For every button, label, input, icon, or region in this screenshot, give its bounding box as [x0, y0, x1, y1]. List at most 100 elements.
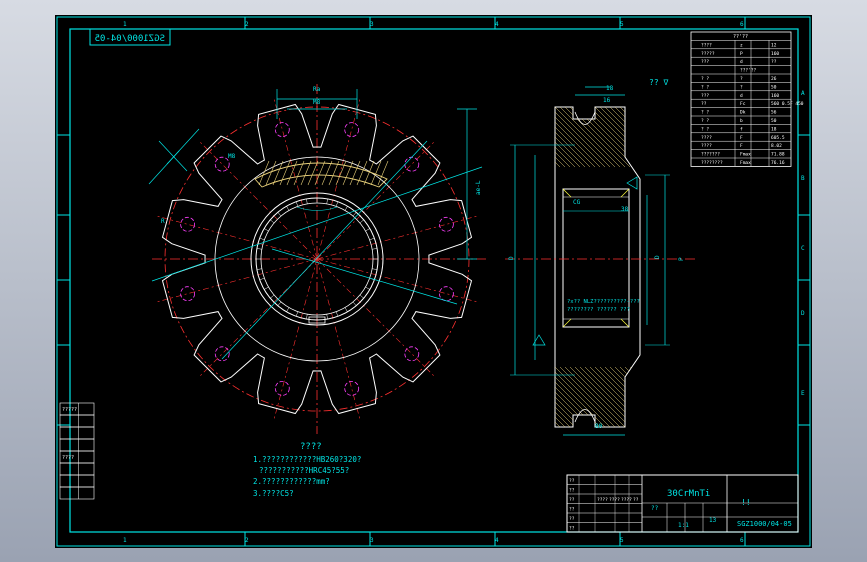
- param-symbol: f: [740, 126, 743, 132]
- param-symbol: Fc: [740, 101, 746, 107]
- param-name: ????: [701, 143, 712, 149]
- param-name: ? ?: [701, 84, 709, 90]
- zone-label-top: 2: [245, 21, 249, 28]
- spline-tick: [270, 294, 275, 299]
- tech-line-1: 1.????????????HB260?320?: [253, 455, 361, 464]
- param-name: ?????: [701, 51, 715, 57]
- dim-side-mid-a: CG: [573, 199, 581, 206]
- param-table-header: ??'??: [733, 34, 748, 40]
- dim-right-height: ae-L: [475, 180, 482, 195]
- title-drawing-no: SGZ1000/04-05: [737, 520, 792, 528]
- tooth-pocket: [344, 380, 360, 396]
- sprocket-front-view: [148, 84, 487, 434]
- zone-label-top: 4: [495, 21, 499, 28]
- construction-line: [221, 140, 428, 360]
- left-block-cell: [59, 474, 95, 488]
- dim-rough-mark: ?? ∇: [649, 78, 668, 87]
- dim-chord: M8: [228, 153, 236, 160]
- tooth-radial: [316, 258, 477, 302]
- zone-label-bottom: 3: [370, 537, 374, 544]
- param-symbol: ?: [740, 84, 743, 90]
- dim-small-note: R: [161, 218, 165, 225]
- spline-tick: [326, 314, 328, 320]
- left-block-label: ????: [62, 455, 74, 461]
- spline-tick: [335, 311, 339, 317]
- param-value: 605.5: [771, 135, 785, 141]
- mirrored-number-box: SGZ1000/04-05: [89, 28, 171, 46]
- spline-tick: [264, 286, 269, 290]
- spline-tick: [335, 201, 339, 207]
- title-cell: ??: [633, 497, 639, 503]
- param-name: ? ?: [701, 110, 709, 116]
- dim-side-right-b: D: [654, 255, 661, 259]
- zone-label-side: D: [801, 310, 805, 317]
- title-row-label: ??: [569, 497, 575, 503]
- param-value: 50: [771, 84, 777, 90]
- title-cell: ????: [609, 497, 620, 503]
- hatch-boundary: [254, 162, 388, 188]
- spline-tick: [372, 268, 378, 270]
- zone-label-top: 1: [123, 21, 127, 28]
- spline-tick: [277, 301, 282, 306]
- dim-side-top-a: 18: [606, 85, 614, 92]
- dim-side-right-a: P: [678, 257, 685, 261]
- drawing-canvas[interactable]: 123456123456ABCDE SGZ1000/04-05 ??'?????…: [55, 15, 812, 548]
- spline-tick: [277, 212, 282, 217]
- param-symbol: b: [740, 118, 743, 124]
- param-value: 26: [771, 76, 777, 82]
- spline-tick: [306, 314, 308, 320]
- tooth-pocket: [180, 216, 196, 232]
- param-name: ???: [701, 59, 709, 65]
- zone-label-side: B: [801, 175, 805, 182]
- param-symbol: Dk: [740, 110, 746, 116]
- tooth-radial: [274, 258, 318, 419]
- param-value: 560 0.5F 450: [771, 101, 804, 107]
- title-material: 30CrMnTi: [667, 489, 710, 499]
- dim-side-top-b: 16: [603, 97, 611, 104]
- dim-side-bottom: 80: [595, 423, 603, 430]
- title-row-label: ??: [569, 516, 575, 522]
- drawing-frame: [56, 16, 811, 547]
- zone-label-bottom: 6: [740, 537, 744, 544]
- spline-tick: [270, 219, 275, 224]
- technical-requirements: ???? 1.????????????HB260?320? ??????????…: [253, 442, 361, 498]
- param-symbol: Fmax: [740, 152, 751, 158]
- spline-tick: [286, 206, 290, 211]
- spline-tick: [326, 198, 328, 204]
- spline-tick: [306, 198, 308, 204]
- spline-tick: [295, 311, 299, 317]
- param-value: 71.88: [771, 152, 785, 158]
- spline-tick: [359, 294, 364, 299]
- left-dimension: [148, 128, 200, 185]
- title-scale: 1:1: [678, 522, 689, 529]
- tooth-radial: [157, 216, 318, 260]
- cad-drawing[interactable]: 1 2 3 4 5 61 2 3 4 5 6ABCDE SGZ1000/04-05 ??'?????…: [55, 15, 812, 548]
- left-block-cell: [59, 426, 95, 440]
- slot-pocket: [574, 111, 596, 125]
- param-symbol: Fmax: [740, 160, 751, 166]
- dim-side-note-b: ???????? ?????? ???: [567, 307, 630, 313]
- param-name: ??: [701, 101, 707, 107]
- spline-tick: [365, 286, 370, 290]
- param-symbol: z: [740, 43, 743, 48]
- zone-label-side: C: [801, 245, 805, 252]
- zone-label-top: 3: [370, 21, 374, 28]
- param-symbol: F: [740, 135, 743, 141]
- tooth-pocket: [274, 122, 290, 137]
- spline-tick: [352, 212, 357, 217]
- title-weight: ??: [651, 505, 659, 512]
- param-value: ??: [771, 59, 777, 65]
- tooth-pocket: [344, 122, 360, 137]
- dim-side-left: D: [508, 256, 515, 260]
- parameter-table: ??'?????? z 12????? P 160??? d ?????'??? ?? 26?…: [690, 31, 804, 167]
- title-row-label: ??: [569, 526, 575, 532]
- param-value: 18: [771, 126, 777, 132]
- param-symbol: ?: [740, 76, 743, 82]
- tooth-pocket: [274, 380, 290, 396]
- section-hatch: [254, 160, 389, 188]
- tooth-pocket: [438, 286, 454, 302]
- param-name: ???????: [701, 152, 720, 158]
- tooth-radial: [316, 216, 477, 260]
- dim-side-note-a: ?x?? NLZ??????????-???: [567, 299, 640, 305]
- param-name: ????: [701, 135, 712, 141]
